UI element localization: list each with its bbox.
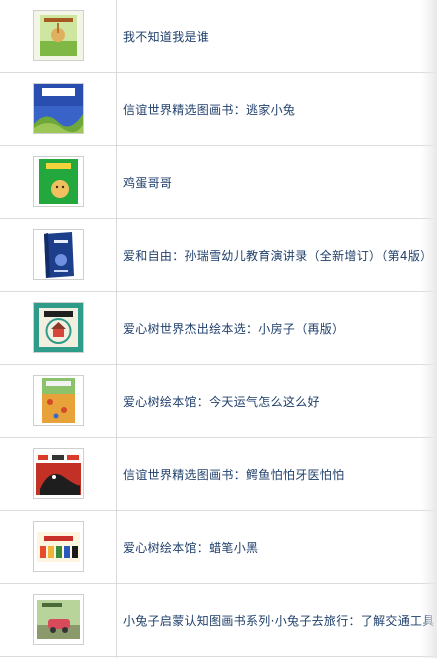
cover-cell [0,146,116,218]
book-title-link[interactable]: 信谊世界精选图画书：逃家小兔 [123,73,295,145]
book-cover-love-freedom-icon[interactable] [33,229,84,280]
book-title-link[interactable]: 信谊世界精选图画书：鳄鱼怕怕牙医怕怕 [123,438,344,510]
book-title-link[interactable]: 爱心树绘本馆：今天运气怎么这么好 [123,365,320,437]
book-title-link[interactable]: 我不知道我是谁 [123,0,209,72]
book-cover-black-crayon-icon[interactable] [33,521,84,572]
cover-cell [0,365,116,437]
book-row: 爱心树绘本馆：蜡笔小黑 [0,511,437,584]
cover-cell [0,438,116,510]
cover-cell [0,584,116,656]
book-cover-crocodile-dentist-icon[interactable] [33,448,84,499]
cover-cell [0,73,116,145]
book-cover-egg-brother-icon[interactable] [33,156,84,207]
book-cover-rabbit-field-icon[interactable] [33,10,84,61]
book-row: 小兔子启蒙认知图画书系列·小兔子去旅行：了解交通工具 [0,584,437,657]
book-title-link[interactable]: 爱心树绘本馆：蜡笔小黑 [123,511,258,583]
right-edge-shadow [421,0,437,658]
cover-cell [0,511,116,583]
cover-cell [0,0,116,72]
book-row: 爱心树世界杰出绘本选：小房子（再版） [0,292,437,365]
book-cover-runaway-bunny-icon[interactable] [33,83,84,134]
book-row: 鸡蛋哥哥 [0,146,437,219]
book-row: 信谊世界精选图画书：鳄鱼怕怕牙医怕怕 [0,438,437,511]
book-list: 我不知道我是谁 信谊世界精选图画书：逃家小兔 鸡蛋哥哥 爱和自由：孙瑞雪幼儿教育… [0,0,437,658]
book-title-link[interactable]: 爱心树世界杰出绘本选：小房子（再版） [123,292,344,364]
cover-cell [0,219,116,291]
book-title-link[interactable]: 爱和自由：孙瑞雪幼儿教育演讲录（全新增订）（第4版） [123,219,432,291]
book-title-link[interactable]: 小兔子启蒙认知图画书系列·小兔子去旅行：了解交通工具 [123,584,435,656]
book-row: 信谊世界精选图画书：逃家小兔 [0,73,437,146]
book-title-link[interactable]: 鸡蛋哥哥 [123,146,172,218]
book-cover-little-house-icon[interactable] [33,302,84,353]
book-row: 我不知道我是谁 [0,0,437,73]
cover-cell [0,292,116,364]
book-row: 爱和自由：孙瑞雪幼儿教育演讲录（全新增订）（第4版） [0,219,437,292]
book-cover-bunny-travel-icon[interactable] [33,594,84,645]
book-row: 爱心树绘本馆：今天运气怎么这么好 [0,365,437,438]
book-cover-lucky-day-icon[interactable] [33,375,84,426]
